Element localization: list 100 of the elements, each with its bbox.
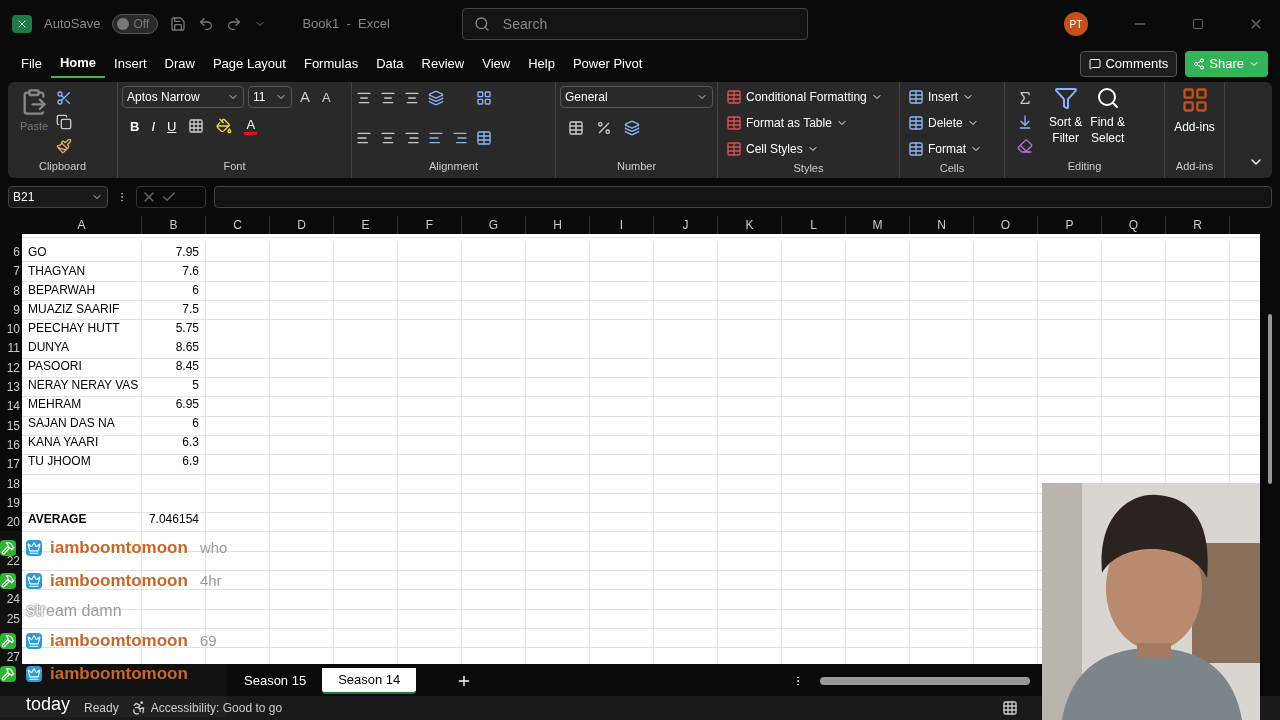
status-text: Ready bbox=[84, 700, 119, 717]
user-avatar[interactable]: PT bbox=[1064, 12, 1088, 36]
sort-filter-button[interactable]: Sort & Filter bbox=[1049, 86, 1083, 158]
clear-icon[interactable] bbox=[1017, 138, 1033, 154]
ribbon-tab[interactable]: File bbox=[12, 50, 51, 78]
chat-username: iamboomtomoon bbox=[50, 631, 188, 650]
ribbon-tab[interactable]: Draw bbox=[155, 50, 204, 78]
ribbon-tab[interactable]: Formulas bbox=[294, 50, 368, 78]
save-icon[interactable] bbox=[170, 16, 187, 32]
row-header[interactable]: 25 bbox=[6, 611, 20, 626]
table-icon bbox=[908, 141, 924, 157]
styles-button[interactable]: Conditional Formatting bbox=[726, 86, 883, 108]
hammer-badge-icon bbox=[0, 665, 16, 682]
copy-icon[interactable] bbox=[56, 114, 72, 130]
undo-icon[interactable] bbox=[198, 16, 215, 32]
ribbon-tab[interactable]: Power Pivot bbox=[563, 50, 652, 78]
row-header[interactable]: 11 bbox=[7, 341, 20, 356]
row-header[interactable]: 27 bbox=[6, 650, 20, 665]
table-cell-text: 6 bbox=[191, 282, 200, 300]
table-cell-text: 7.046154 bbox=[147, 510, 200, 528]
group-label: Clipboard bbox=[37, 158, 88, 174]
row-header[interactable]: 17 bbox=[6, 457, 20, 472]
row-header[interactable]: 15 bbox=[6, 418, 20, 433]
normal-view-icon[interactable] bbox=[1002, 700, 1018, 716]
number-format-dropdown[interactable]: General bbox=[560, 86, 713, 108]
table-cell-text: 7.5 bbox=[181, 301, 200, 319]
ribbon-tab[interactable]: Insert bbox=[105, 50, 156, 78]
group-label: Styles bbox=[792, 161, 825, 176]
autosave-label: AutoSave bbox=[44, 15, 101, 34]
italic-button[interactable]: I bbox=[151, 116, 155, 136]
bold-button[interactable]: B bbox=[130, 116, 140, 136]
font-color-button[interactable]: A bbox=[244, 117, 258, 135]
fill-color-icon[interactable] bbox=[216, 118, 233, 135]
table-cell-text: 6.95 bbox=[174, 396, 200, 414]
row-header[interactable]: 19 bbox=[6, 495, 20, 510]
autosum-icon[interactable] bbox=[1017, 90, 1033, 106]
sheet-tab[interactable]: Season 15 bbox=[228, 668, 323, 694]
row-header[interactable]: 20 bbox=[6, 515, 20, 530]
cells-button[interactable]: Delete bbox=[908, 112, 982, 134]
styles-button[interactable]: Format as Table bbox=[726, 112, 883, 134]
row-header[interactable]: 16 bbox=[6, 437, 20, 452]
row-header[interactable]: 12 bbox=[6, 360, 20, 375]
underline-button[interactable]: U bbox=[167, 116, 177, 136]
group-label: Alignment bbox=[428, 158, 479, 174]
formula-field[interactable] bbox=[214, 186, 1272, 208]
find-select-button[interactable]: Find & Select bbox=[1090, 86, 1126, 158]
row-header[interactable]: 22 bbox=[6, 553, 20, 568]
redo-icon[interactable] bbox=[226, 16, 243, 32]
row-header[interactable]: 6 bbox=[13, 245, 20, 259]
table-cell-text: MEHRAM bbox=[27, 396, 83, 414]
percent-icon[interactable] bbox=[596, 120, 612, 136]
search-field[interactable]: Search bbox=[461, 8, 808, 40]
table-icon bbox=[726, 115, 742, 131]
font-size-dropdown[interactable]: 11 bbox=[248, 86, 292, 109]
row-header[interactable]: 7 bbox=[13, 264, 20, 279]
name-box[interactable]: B21 bbox=[8, 186, 108, 208]
maximize-icon[interactable] bbox=[1192, 18, 1204, 30]
table-cell-text: 8.45 bbox=[174, 358, 200, 376]
ribbon-tab[interactable]: View bbox=[473, 50, 520, 78]
table-cell-text: DUNYA bbox=[27, 339, 71, 357]
format-painter-icon[interactable] bbox=[56, 138, 72, 154]
grow-font-button[interactable]: A bbox=[296, 86, 314, 109]
row-header[interactable]: 14 bbox=[6, 399, 20, 414]
fill-icon[interactable] bbox=[1017, 114, 1033, 130]
sheet-tab[interactable]: Season 14 bbox=[322, 668, 417, 694]
addins-button[interactable]: Add-ins bbox=[1169, 86, 1220, 158]
ribbon-tab[interactable]: Home bbox=[50, 50, 106, 78]
cells-button[interactable]: Insert bbox=[908, 86, 982, 108]
table-icon bbox=[908, 89, 924, 105]
cut-icon[interactable] bbox=[56, 90, 72, 106]
row-header[interactable]: 24 bbox=[6, 592, 20, 607]
cells-button[interactable]: Format bbox=[908, 138, 982, 160]
search-icon bbox=[1095, 86, 1120, 110]
borders-icon[interactable] bbox=[188, 118, 205, 135]
window-title: Book1 - Excel bbox=[302, 15, 390, 34]
ribbon-tab[interactable]: Page Layout bbox=[203, 50, 295, 78]
formula-buttons bbox=[136, 186, 206, 208]
chat-username: iamboomtomoon bbox=[50, 664, 188, 683]
ribbon-tab[interactable]: Review bbox=[412, 50, 474, 78]
ribbon-tab[interactable]: Data bbox=[367, 50, 413, 78]
chat-username: iamboomtomoon bbox=[50, 571, 188, 590]
comments-button[interactable]: Comments bbox=[1080, 51, 1178, 77]
shrink-font-button[interactable]: A bbox=[318, 87, 335, 107]
filter-icon bbox=[1053, 86, 1078, 110]
row-header[interactable]: 8 bbox=[13, 283, 20, 298]
row-header[interactable]: 9 bbox=[13, 302, 20, 317]
row-header[interactable]: 18 bbox=[6, 476, 20, 491]
row-header[interactable]: 13 bbox=[6, 380, 20, 395]
horizontal-scrollbar[interactable] bbox=[820, 677, 1030, 685]
table-cell-text: BEPARWAH bbox=[27, 282, 97, 300]
row-header[interactable]: 10 bbox=[6, 322, 20, 337]
table-cell-text: 6 bbox=[191, 415, 200, 433]
group-label: Font bbox=[222, 158, 247, 174]
table-cell-text: NERAY NERAY VAS bbox=[27, 377, 140, 395]
ribbon-tab[interactable]: Help bbox=[519, 50, 564, 78]
styles-button[interactable]: Cell Styles bbox=[726, 138, 883, 160]
hammer-badge-icon bbox=[0, 632, 16, 649]
accessibility-status[interactable]: Accessibility: Good to go bbox=[150, 699, 283, 717]
table-icon bbox=[726, 141, 742, 157]
font-name-dropdown[interactable]: Aptos Narrow bbox=[122, 86, 244, 109]
